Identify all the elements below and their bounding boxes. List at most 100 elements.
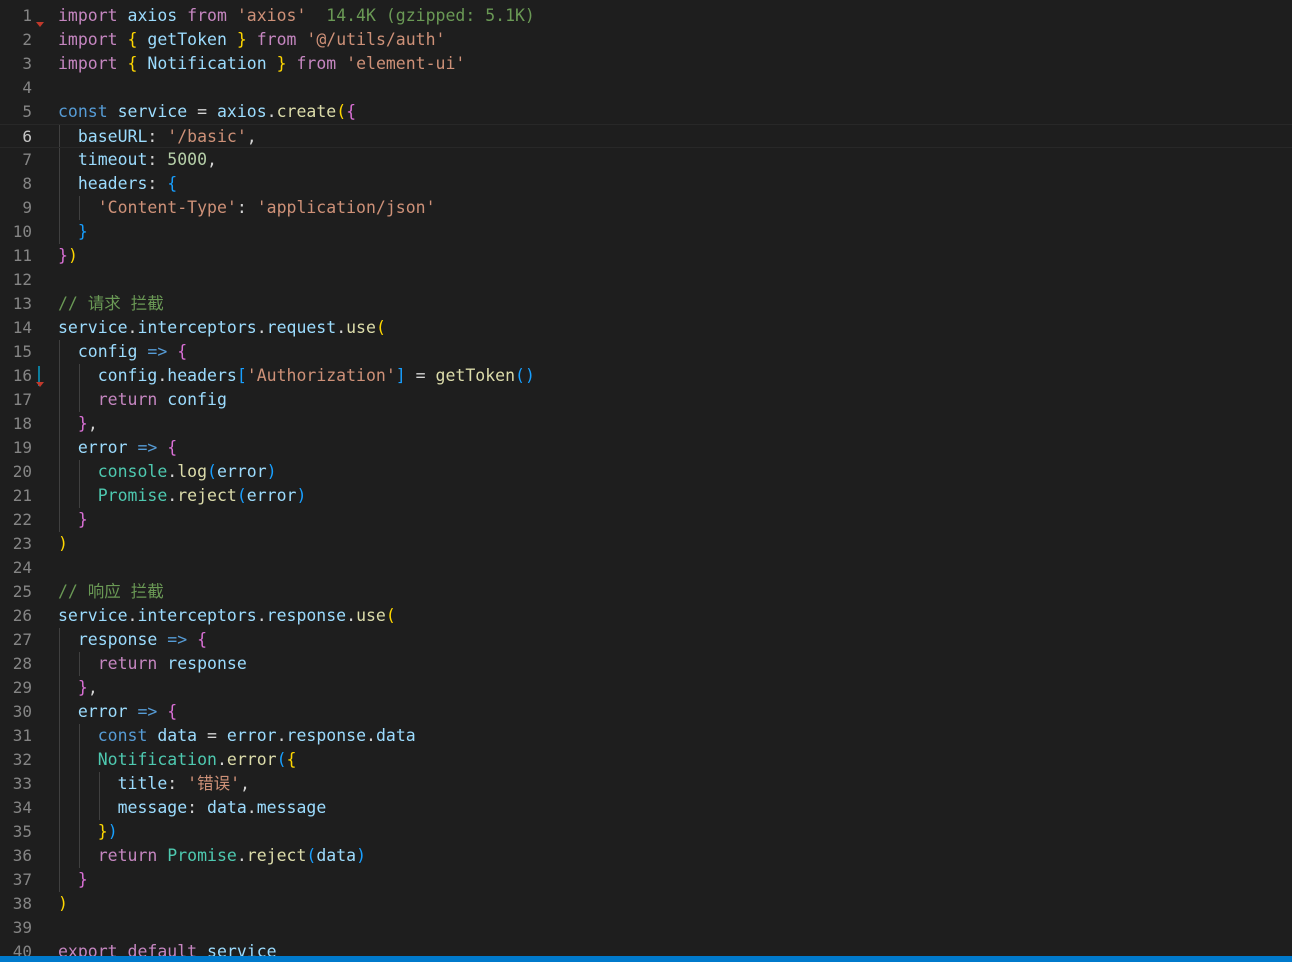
line-number[interactable]: 7 [0, 148, 32, 172]
code-line[interactable]: 35 }) [0, 820, 1292, 844]
code-text[interactable]: error => { [58, 436, 177, 460]
line-number[interactable]: 38 [0, 892, 32, 916]
line-number[interactable]: 20 [0, 460, 32, 484]
code-text[interactable]: }, [58, 676, 98, 700]
line-number[interactable]: 17 [0, 388, 32, 412]
code-text[interactable]: timeout: 5000, [58, 148, 217, 172]
code-text[interactable]: export default service [58, 940, 277, 956]
line-number[interactable]: 13 [0, 292, 32, 316]
code-line[interactable]: 40 export default service [0, 940, 1292, 956]
line-number[interactable]: 24 [0, 556, 32, 580]
line-number[interactable]: 9 [0, 196, 32, 220]
code-text[interactable]: error => { [58, 700, 177, 724]
code-text[interactable]: response => { [58, 628, 207, 652]
code-line[interactable]: 22 } [0, 508, 1292, 532]
code-line[interactable]: 29 }, [0, 676, 1292, 700]
code-line[interactable]: 27 response => { [0, 628, 1292, 652]
code-line[interactable]: 11}) [0, 244, 1292, 268]
code-text[interactable]: ) [58, 532, 68, 556]
code-line[interactable]: 8 headers: { [0, 172, 1292, 196]
code-text[interactable]: config.headers['Authorization'] = getTok… [58, 364, 535, 388]
line-number[interactable]: 4 [0, 76, 32, 100]
line-number[interactable]: 37 [0, 868, 32, 892]
code-line[interactable]: 13 // 请求 拦截 [0, 292, 1292, 316]
line-number[interactable]: 12 [0, 268, 32, 292]
code-text[interactable]: console.log(error) [58, 460, 277, 484]
line-number[interactable]: 14 [0, 316, 32, 340]
code-text[interactable]: import axios from 'axios' 14.4K (gzipped… [58, 4, 535, 28]
code-line[interactable]: 5 const service = axios.create({ [0, 100, 1292, 124]
code-text[interactable]: baseURL: '/basic', [58, 125, 257, 149]
code-editor[interactable]: 1 import axios from 'axios' 14.4K (gzippe… [0, 0, 1292, 956]
code-line[interactable]: 28 return response [0, 652, 1292, 676]
line-number[interactable]: 22 [0, 508, 32, 532]
line-number[interactable]: 8 [0, 172, 32, 196]
deleted-line-marker-icon[interactable] [36, 22, 44, 27]
code-text[interactable]: return config [58, 388, 227, 412]
line-number[interactable]: 5 [0, 100, 32, 124]
code-text[interactable]: title: '错误', [58, 772, 250, 796]
line-number[interactable]: 25 [0, 580, 32, 604]
line-number[interactable]: 18 [0, 412, 32, 436]
code-line[interactable]: 25 // 响应 拦截 [0, 580, 1292, 604]
code-text[interactable]: 'Content-Type': 'application/json' [58, 196, 436, 220]
code-line[interactable]: 7 timeout: 5000, [0, 148, 1292, 172]
code-text[interactable]: }) [58, 820, 118, 844]
line-number[interactable]: 28 [0, 652, 32, 676]
code-text[interactable]: ) [58, 892, 68, 916]
line-number[interactable]: 40 [0, 940, 32, 956]
line-number[interactable]: 31 [0, 724, 32, 748]
code-text[interactable]: // 响应 拦截 [58, 580, 164, 604]
code-line[interactable]: 38) [0, 892, 1292, 916]
code-line[interactable]: 21 Promise.reject(error) [0, 484, 1292, 508]
line-number[interactable]: 11 [0, 244, 32, 268]
code-text[interactable]: } [58, 508, 88, 532]
code-line[interactable]: 19 error => { [0, 436, 1292, 460]
code-line[interactable]: 39 [0, 916, 1292, 940]
line-number[interactable]: 33 [0, 772, 32, 796]
code-line[interactable]: 12 [0, 268, 1292, 292]
code-line[interactable]: 17 return config [0, 388, 1292, 412]
code-text[interactable]: // 请求 拦截 [58, 292, 164, 316]
line-number[interactable]: 1 [0, 4, 32, 28]
code-line[interactable]: 34 message: data.message [0, 796, 1292, 820]
code-line[interactable]: 15 config => { [0, 340, 1292, 364]
code-text[interactable]: } [58, 220, 88, 244]
line-number[interactable]: 30 [0, 700, 32, 724]
status-bar[interactable] [0, 956, 1292, 962]
line-number[interactable]: 2 [0, 28, 32, 52]
code-line[interactable]: 32 Notification.error({ [0, 748, 1292, 772]
line-number[interactable]: 21 [0, 484, 32, 508]
code-line[interactable]: 37 } [0, 868, 1292, 892]
code-text[interactable]: return response [58, 652, 247, 676]
line-number[interactable]: 32 [0, 748, 32, 772]
code-line[interactable]: 16 config.headers['Authorization'] = get… [0, 364, 1292, 388]
code-text[interactable]: message: data.message [58, 796, 327, 820]
code-line[interactable]: 2 import { getToken } from '@/utils/auth' [0, 28, 1292, 52]
code-line[interactable]: 9 'Content-Type': 'application/json' [0, 196, 1292, 220]
code-line[interactable]: 23) [0, 532, 1292, 556]
code-text[interactable]: Promise.reject(error) [58, 484, 307, 508]
code-line[interactable]: 20 console.log(error) [0, 460, 1292, 484]
line-number[interactable]: 15 [0, 340, 32, 364]
line-number[interactable]: 23 [0, 532, 32, 556]
line-number[interactable]: 35 [0, 820, 32, 844]
code-line[interactable]: 14 service.interceptors.request.use( [0, 316, 1292, 340]
code-line[interactable]: 33 title: '错误', [0, 772, 1292, 796]
code-text[interactable]: const service = axios.create({ [58, 100, 356, 124]
line-number[interactable]: 26 [0, 604, 32, 628]
code-line[interactable]: 24 [0, 556, 1292, 580]
code-line[interactable]: 4 [0, 76, 1292, 100]
line-number[interactable]: 29 [0, 676, 32, 700]
code-text[interactable]: import { getToken } from '@/utils/auth' [58, 28, 445, 52]
code-text[interactable]: }) [58, 244, 78, 268]
code-text[interactable]: return Promise.reject(data) [58, 844, 366, 868]
line-number[interactable]: 6 [0, 125, 32, 149]
code-line[interactable]: 30 error => { [0, 700, 1292, 724]
code-text[interactable]: config => { [58, 340, 187, 364]
code-text[interactable]: import { Notification } from 'element-ui… [58, 52, 465, 76]
line-number[interactable]: 19 [0, 436, 32, 460]
code-text[interactable]: const data = error.response.data [58, 724, 416, 748]
line-number[interactable]: 27 [0, 628, 32, 652]
code-line[interactable]: 1 import axios from 'axios' 14.4K (gzippe… [0, 4, 1292, 28]
